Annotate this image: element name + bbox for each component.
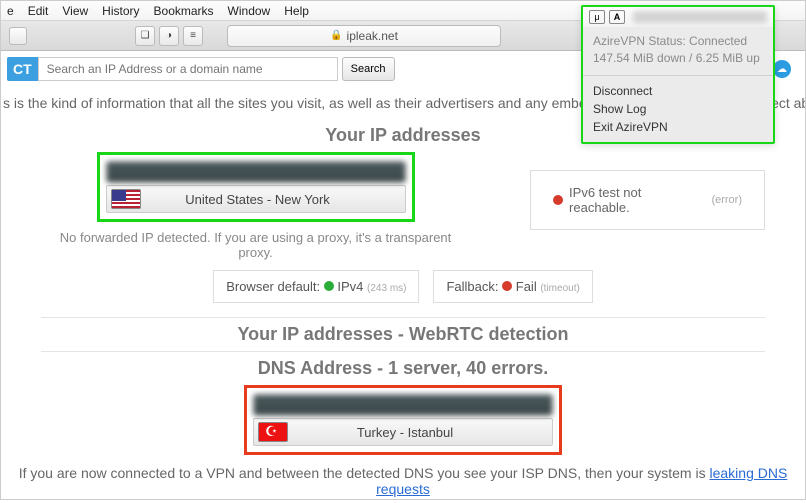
status-dot-red-icon bbox=[553, 195, 563, 205]
reader-icon[interactable]: ❏ bbox=[135, 26, 155, 46]
tray-icon-1[interactable]: μ bbox=[589, 10, 605, 24]
separator-2 bbox=[41, 351, 765, 352]
search-input[interactable] bbox=[38, 57, 338, 81]
footer-pre: If you are now connected to a VPN and be… bbox=[19, 465, 710, 481]
vpn-menu-showlog[interactable]: Show Log bbox=[593, 100, 763, 118]
url-bar[interactable]: 🔒 ipleak.net bbox=[227, 25, 501, 47]
section-dns-title: DNS Address - 1 server, 40 errors. bbox=[1, 358, 805, 379]
vpn-status-text: AzireVPN Status: Connected 147.54 MiB do… bbox=[583, 27, 773, 73]
ip-address-block: United States - New York bbox=[97, 152, 415, 222]
status-dot-green-icon bbox=[324, 281, 334, 291]
menu-edit[interactable]: Edit bbox=[28, 4, 49, 18]
ip-address-value bbox=[106, 161, 406, 183]
shield-icon[interactable]: ◑ bbox=[159, 26, 179, 46]
brand-badge: CT bbox=[7, 57, 38, 81]
url-host-text: ipleak.net bbox=[347, 29, 398, 43]
dns-address-block: Turkey - Istanbul bbox=[244, 385, 562, 455]
separator-1 bbox=[41, 317, 765, 318]
menu-icon[interactable]: ≡ bbox=[183, 26, 203, 46]
vpn-menu-exit[interactable]: Exit AzireVPN bbox=[593, 118, 763, 136]
browser-default-value: IPv4 bbox=[337, 279, 363, 294]
popup-divider bbox=[583, 75, 773, 76]
status-row: Browser default: IPv4 (243 ms) Fallback:… bbox=[1, 270, 805, 303]
status-dot-red2-icon bbox=[502, 281, 512, 291]
menu-history[interactable]: History bbox=[102, 4, 139, 18]
fallback-label: Fallback: bbox=[446, 279, 498, 294]
browser-default-pill: Browser default: IPv4 (243 ms) bbox=[213, 270, 419, 303]
vpn-menu-disconnect[interactable]: Disconnect bbox=[593, 82, 763, 100]
tab-button[interactable] bbox=[9, 27, 27, 45]
popup-tray-row: μ A bbox=[583, 7, 773, 27]
menu-help[interactable]: Help bbox=[284, 4, 309, 18]
search-button[interactable]: Search bbox=[342, 57, 395, 81]
fallback-pill: Fallback: Fail (timeout) bbox=[433, 270, 592, 303]
footer-text: If you are now connected to a VPN and be… bbox=[1, 455, 805, 503]
flag-us-icon bbox=[111, 189, 141, 209]
flag-tr-icon bbox=[258, 422, 288, 442]
fallback-value: Fail bbox=[516, 279, 537, 294]
tray-icon-2[interactable]: A bbox=[609, 10, 625, 24]
vpn-status-popup: μ A AzireVPN Status: Connected 147.54 Mi… bbox=[581, 5, 775, 144]
dns-location-text: Turkey - Istanbul bbox=[296, 425, 552, 440]
dns-location-row: Turkey - Istanbul bbox=[253, 418, 553, 446]
browser-default-label: Browser default: bbox=[226, 279, 320, 294]
menu-view[interactable]: View bbox=[62, 4, 88, 18]
ipv6-status-text: IPv6 test not reachable. bbox=[569, 185, 705, 215]
no-forward-text: No forwarded IP detected. If you are usi… bbox=[41, 230, 470, 260]
section-webrtc-title: Your IP addresses - WebRTC detection bbox=[1, 324, 805, 345]
dns-address-value bbox=[253, 394, 553, 416]
ip-location-row: United States - New York bbox=[106, 185, 406, 213]
ip-row: United States - New York No forwarded IP… bbox=[41, 152, 765, 260]
browser-default-time: (243 ms) bbox=[367, 283, 406, 294]
vpn-status-line1: AzireVPN Status: Connected bbox=[593, 33, 763, 50]
menu-apple[interactable]: e bbox=[7, 4, 14, 18]
tray-blur bbox=[633, 11, 767, 23]
menu-window[interactable]: Window bbox=[228, 4, 271, 18]
cloud-icon: ☁ bbox=[773, 60, 791, 78]
vpn-status-line2: 147.54 MiB down / 6.25 MiB up bbox=[593, 50, 763, 67]
ipv6-error-suffix: (error) bbox=[711, 194, 742, 206]
lock-icon: 🔒 bbox=[330, 30, 342, 41]
menu-bookmarks[interactable]: Bookmarks bbox=[154, 4, 214, 18]
ipv6-status-box: IPv6 test not reachable. (error) bbox=[530, 170, 765, 230]
ip-location-text: United States - New York bbox=[149, 192, 405, 207]
fallback-time: (timeout) bbox=[540, 283, 579, 294]
